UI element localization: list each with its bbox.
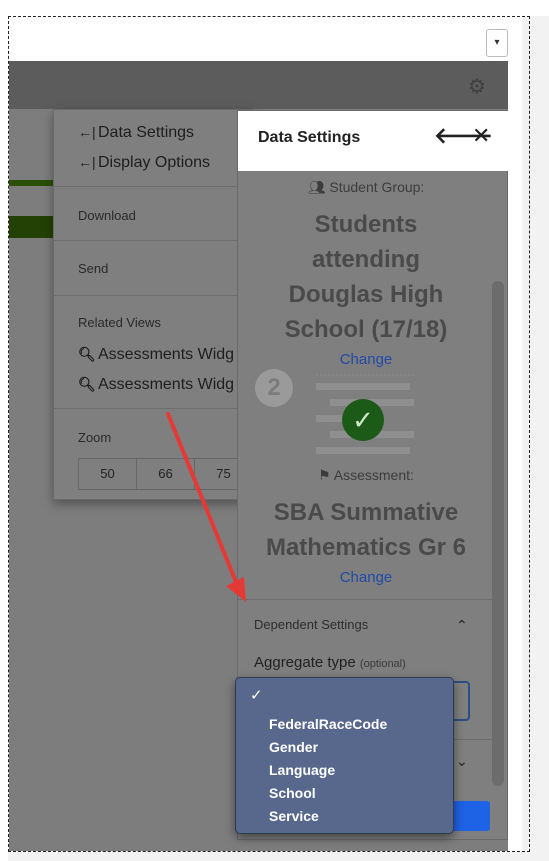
assessment-name: SBA Summative Mathematics Gr 6	[265, 499, 467, 561]
change-assessment-link[interactable]: Change	[238, 569, 494, 586]
aggregate-type-dropdown: ✓ FederalRaceCode Gender Language School…	[235, 677, 454, 834]
flag-icon: ⚑	[318, 467, 331, 483]
close-icon[interactable]: ✕	[472, 123, 490, 149]
dependent-settings-header[interactable]: Dependent Settings	[254, 617, 368, 632]
menu-item-download[interactable]: Download	[78, 208, 136, 223]
apply-button[interactable]	[448, 801, 490, 831]
dropdown-option[interactable]: School	[269, 785, 316, 801]
check-circle-icon: ✓	[342, 399, 384, 441]
divider	[54, 186, 254, 187]
student-group-label: 👥︎ Student Group:	[307, 179, 425, 195]
frame-bottom-margin	[8, 852, 549, 861]
collapse-left-icon: ←|	[78, 124, 96, 140]
divider	[54, 240, 254, 241]
selected-check-icon: ✓	[250, 687, 263, 704]
zoom-selector: 50 66 75	[78, 458, 254, 490]
options-menu: ←| Data Settings ←| Display Options Downlo…	[53, 109, 254, 500]
dropdown-option[interactable]: Service	[269, 808, 319, 824]
zoom-option[interactable]: 66	[137, 459, 195, 489]
panel-title: Data Settings	[258, 129, 361, 146]
menu-item-display-options[interactable]: ←| Display Options	[78, 154, 210, 172]
search-icon: 🔍︎	[78, 376, 96, 392]
zoom-label: Zoom	[78, 430, 112, 445]
zoom-option[interactable]: 50	[79, 459, 137, 489]
divider	[238, 599, 494, 600]
related-views-label: Related Views	[78, 315, 161, 330]
gear-icon[interactable]: ⚙	[466, 76, 488, 98]
chart-bar-thick	[9, 216, 57, 238]
top-strip	[9, 17, 509, 61]
aggregate-type-label: Aggregate type (optional)	[254, 654, 406, 671]
related-view-item[interactable]: 🔍︎ Assessments Widg	[78, 376, 234, 394]
chart-bar-thin	[9, 180, 57, 186]
users-icon: 👥︎	[307, 179, 326, 195]
dropdown-option[interactable]: Gender	[269, 739, 318, 755]
menu-item-data-settings[interactable]: ←| Data Settings	[78, 124, 194, 142]
step-number-badge: 2	[255, 369, 293, 407]
divider	[54, 408, 254, 409]
change-student-group-link[interactable]: Change	[238, 351, 494, 368]
chevron-down-icon[interactable]: ⌄	[456, 753, 468, 770]
divider	[54, 295, 254, 296]
chevron-down-icon: ▾	[494, 37, 500, 48]
student-group-name: Students attending Douglas High School (…	[284, 211, 448, 343]
menu-item-send[interactable]: Send	[78, 261, 108, 276]
panel-header: Data Settings 🡐 ✕	[238, 111, 509, 171]
top-dropdown-button[interactable]: ▾	[486, 29, 508, 57]
search-icon: 🔍︎	[78, 346, 96, 362]
assessment-label: ⚑ Assessment:	[318, 467, 414, 483]
widget-toolbar	[9, 61, 508, 109]
dropdown-option[interactable]: Language	[269, 762, 335, 778]
chevron-up-icon[interactable]: ⌃	[456, 617, 468, 634]
related-view-item[interactable]: 🔍︎ Assessments Widg	[78, 346, 234, 364]
collapse-left-icon: ←|	[78, 154, 96, 170]
dropdown-option[interactable]: FederalRaceCode	[269, 716, 387, 732]
